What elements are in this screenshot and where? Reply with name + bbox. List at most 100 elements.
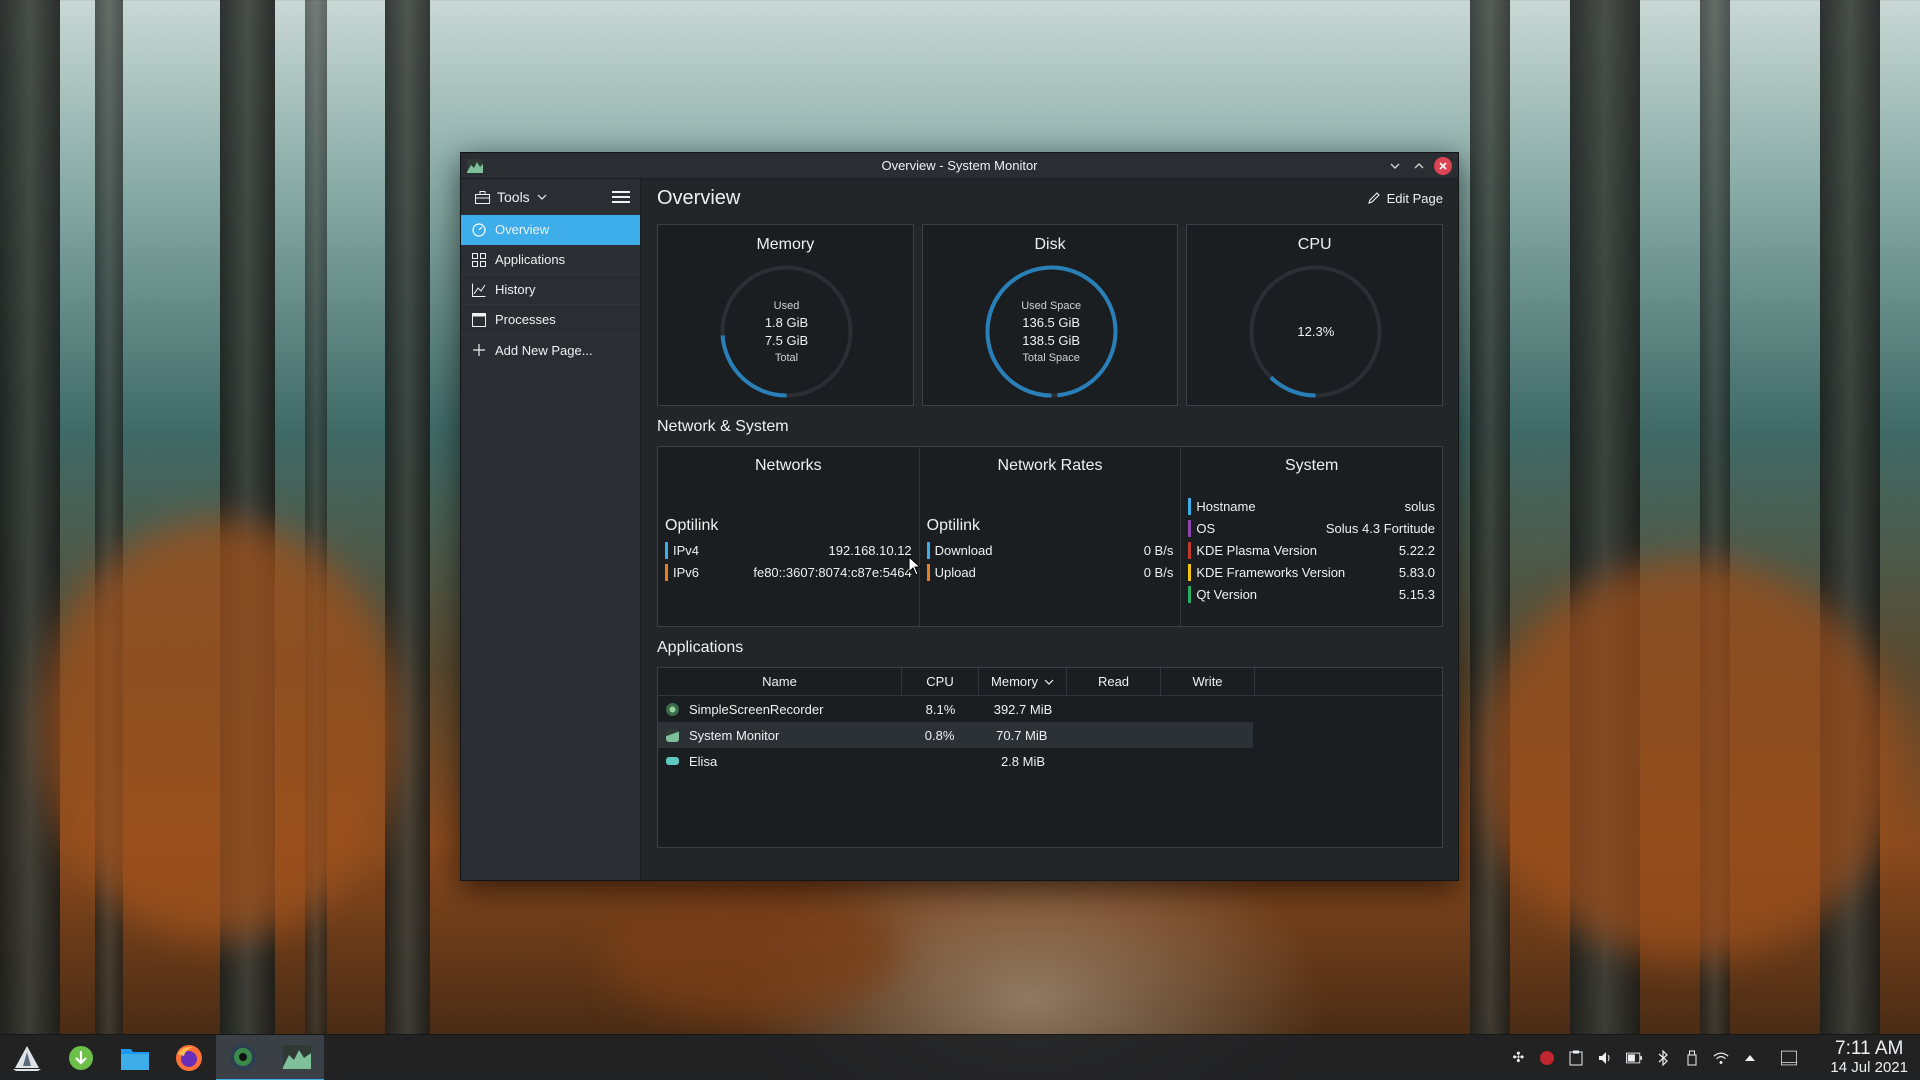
system-info-value: Solus 4.3 Fortitude: [1325, 520, 1436, 536]
recording-indicator-icon[interactable]: [1539, 1050, 1555, 1066]
sort-descending-icon: [1044, 679, 1054, 685]
column-header-memory[interactable]: Memory: [979, 668, 1067, 695]
title-bar[interactable]: Overview - System Monitor: [461, 153, 1458, 179]
sidebar-item-label: History: [495, 282, 536, 297]
network-rates-title: Network Rates: [997, 457, 1103, 474]
network-system-heading: Network & System: [657, 418, 789, 435]
battery-icon[interactable]: [1626, 1050, 1643, 1066]
applications-table: Name CPU Memory Read Write SimpleScreenR…: [657, 667, 1443, 848]
table-row[interactable]: System Monitor 0.8% 70.7 MiB: [658, 722, 1253, 748]
column-header-read[interactable]: Read: [1067, 668, 1161, 695]
hamburger-menu-button[interactable]: [612, 188, 630, 206]
solus-logo-icon: [13, 1045, 41, 1071]
sidebar-item-history[interactable]: History: [461, 275, 640, 305]
table-row[interactable]: Elisa 2.8 MiB: [658, 748, 1442, 774]
hostname-row: Hostname solus: [1188, 495, 1435, 517]
system-monitor-window: Overview - System Monitor Tools Overview…: [460, 152, 1459, 881]
total-label: Total: [774, 351, 799, 364]
app-read: [1067, 696, 1161, 722]
simplescreenrecorder-icon: [666, 702, 679, 716]
digital-clock[interactable]: 7:11 AM 14 Jul 2021: [1830, 1039, 1908, 1077]
usb-device-icon[interactable]: [1684, 1050, 1700, 1066]
download-label: Download: [934, 542, 993, 558]
upload-value: 0 B/s: [1143, 564, 1174, 580]
sidebar-item-overview[interactable]: Overview: [461, 215, 640, 245]
clipboard-icon[interactable]: [1568, 1050, 1584, 1066]
system-info-value: 5.22.2: [1398, 542, 1436, 558]
wifi-icon[interactable]: [1713, 1050, 1729, 1066]
cpu-card: CPU 12.3%: [1186, 224, 1444, 406]
edit-page-button[interactable]: Edit Page: [1367, 191, 1443, 206]
total-space-label: Total Space: [1022, 351, 1080, 364]
system-tray: ✣ 7:11 AM 14 Jul 2021: [1510, 1039, 1920, 1077]
tools-label: Tools: [497, 189, 530, 205]
sidebar-item-applications[interactable]: Applications: [461, 245, 640, 275]
app-name: Elisa: [689, 753, 718, 769]
taskbar-screen-recorder[interactable]: [216, 1034, 270, 1080]
expand-tray-arrow-icon[interactable]: [1742, 1050, 1758, 1066]
ipv4-label: IPv4: [673, 542, 700, 558]
toolbox-icon: [475, 190, 490, 204]
app-name: System Monitor: [689, 727, 780, 743]
disk-card: Disk Used Space 136.5 GiB 138.5 GiB Tota…: [921, 224, 1179, 406]
app-memory: 2.8 MiB: [1000, 753, 1046, 769]
column-header-label: Read: [1097, 674, 1130, 689]
minimize-button[interactable]: [1386, 157, 1404, 175]
system-column: System Hostname solus OS Solus 4.3 Forti…: [1181, 447, 1442, 626]
memory-used-value: 1.8 GiB: [764, 314, 809, 330]
firefox-icon: [176, 1044, 202, 1071]
folder-icon: [121, 1048, 149, 1070]
system-monitor-icon: [467, 159, 483, 173]
table-row[interactable]: SimpleScreenRecorder 8.1% 392.7 MiB: [658, 696, 1442, 722]
taskbar-file-manager[interactable]: [108, 1035, 162, 1080]
clock-date: 14 Jul 2021: [1830, 1058, 1908, 1076]
frameworks-version-row: KDE Frameworks Version 5.83.0: [1188, 561, 1435, 583]
column-header-cpu[interactable]: CPU: [902, 668, 979, 695]
show-desktop-icon[interactable]: [1781, 1050, 1798, 1066]
sidebar-item-processes[interactable]: Processes: [461, 305, 640, 335]
maximize-button[interactable]: [1410, 157, 1428, 175]
system-info-label: KDE Frameworks Version: [1196, 564, 1346, 580]
sidebar-item-label: Overview: [495, 222, 550, 237]
kdeconnect-icon[interactable]: ✣: [1510, 1049, 1526, 1066]
taskbar-downloader[interactable]: [54, 1035, 108, 1080]
upload-label: Upload: [934, 564, 976, 580]
app-write: [1159, 722, 1253, 748]
sidebar-item-add-new-page[interactable]: Add New Page...: [461, 335, 640, 365]
system-info-value: solus: [1404, 498, 1436, 514]
system-info-label: Qt Version: [1196, 586, 1258, 602]
column-header-write[interactable]: Write: [1161, 668, 1255, 695]
tools-menu-button[interactable]: Tools: [475, 189, 547, 205]
close-icon: [1439, 162, 1447, 170]
ipv6-value: fe80::3607:8074:c87e:5464: [753, 564, 912, 580]
bluetooth-icon[interactable]: [1655, 1049, 1671, 1066]
close-button[interactable]: [1434, 157, 1452, 175]
ipv6-label: IPv6: [673, 564, 700, 580]
plasma-version-row: KDE Plasma Version 5.22.2: [1188, 539, 1435, 561]
taskbar: ✣ 7:11 AM 14 Jul 2021: [0, 1034, 1920, 1080]
networks-title: Networks: [754, 457, 822, 474]
app-cpu: 8.1%: [925, 701, 956, 717]
volume-icon[interactable]: [1597, 1050, 1613, 1066]
taskbar-system-monitor[interactable]: [270, 1034, 324, 1080]
elisa-icon: [666, 757, 679, 765]
column-header-name[interactable]: Name: [658, 668, 902, 695]
app-read: [1066, 722, 1160, 748]
sidebar-item-label: Add New Page...: [495, 342, 593, 358]
app-name: SimpleScreenRecorder: [689, 701, 824, 717]
network-interface-name: Optilink: [665, 517, 719, 534]
mouse-cursor-icon: [908, 556, 922, 576]
applications-heading: Applications: [657, 639, 744, 656]
system-monitor-icon: [283, 1044, 311, 1069]
disk-total-value: 138.5 GiB: [1022, 332, 1081, 348]
overview-icon: [471, 222, 486, 237]
system-info-value: 5.15.3: [1398, 586, 1436, 602]
window-icon: [471, 312, 486, 327]
network-system-panel: Networks Optilink IPv4 192.168.10.12 IPv…: [657, 446, 1443, 627]
taskbar-firefox[interactable]: [162, 1035, 216, 1080]
app-memory: 392.7 MiB: [993, 701, 1053, 717]
column-header-label: CPU: [926, 674, 954, 689]
application-launcher-button[interactable]: [0, 1035, 54, 1080]
app-cpu: 0.8%: [924, 727, 955, 743]
chevron-down-icon: [1390, 163, 1400, 169]
